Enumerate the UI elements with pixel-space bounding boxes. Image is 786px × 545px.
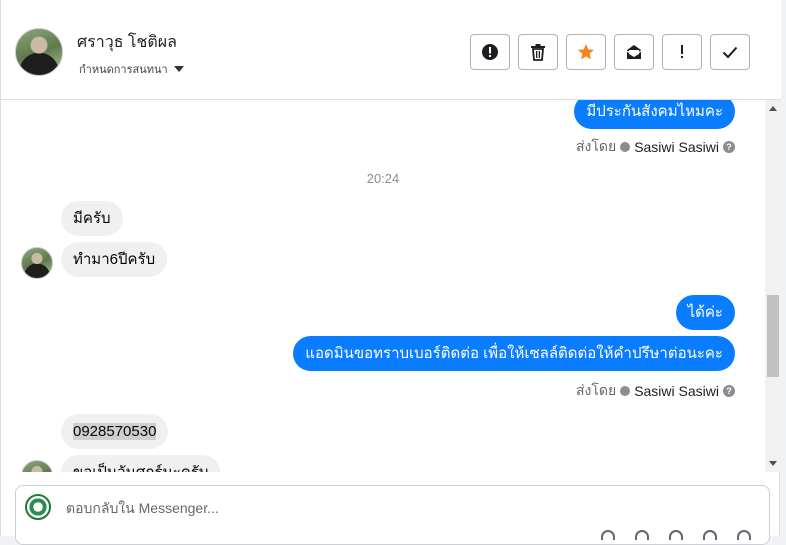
tag-icon[interactable]: [703, 530, 717, 540]
image-icon[interactable]: [635, 530, 649, 540]
message-bubble-outgoing[interactable]: มีประกันสังคมไหมคะ: [574, 100, 735, 129]
sent-by-label: ส่งโดย: [575, 382, 617, 398]
scroll-down-arrow-icon[interactable]: [769, 461, 777, 466]
sender-name: Sasiwi Sasiwi: [634, 139, 719, 155]
message-bubble-incoming[interactable]: ทำมา6ปีครับ: [61, 242, 168, 277]
message-bubble-outgoing[interactable]: แอดมินขอทราบเบอร์ติดต่อ เพื่อให้เซลล์ติด…: [293, 336, 735, 371]
sent-by-row: ส่งโดย Sasiwi Sasiwi ?: [576, 380, 735, 402]
trash-icon: [531, 44, 545, 61]
conversation-settings-dropdown[interactable]: กำหนดการสนทนา: [79, 60, 184, 78]
important-button[interactable]: [662, 34, 702, 70]
message-list[interactable]: มีประกันสังคมไหมคะ ส่งโดย Sasiwi Sasiwi …: [1, 100, 765, 472]
verified-icon: [620, 386, 631, 396]
conversation-panel: ศราวุธ โชติผล กำหนดการสนทนา มีประกันสังค…: [0, 0, 781, 545]
sent-by-row: ส่งโดย Sasiwi Sasiwi ?: [576, 136, 735, 158]
exclamation-icon: [681, 45, 683, 58]
delete-button[interactable]: [518, 34, 558, 70]
sent-by-label: ส่งโดย: [575, 138, 617, 154]
message-scrollbar[interactable]: [765, 100, 781, 472]
emoji-icon[interactable]: [669, 530, 683, 540]
phone-number[interactable]: 0928570530: [73, 423, 157, 440]
conversation-toolbar: [470, 34, 750, 70]
check-icon: [722, 46, 738, 59]
message-bubble-outgoing[interactable]: ได้ค่ะ: [675, 295, 735, 330]
attachment-icon[interactable]: [601, 530, 615, 540]
composer-tools: [601, 530, 751, 540]
mark-unread-button[interactable]: [614, 34, 654, 70]
scrollbar-thumb[interactable]: [767, 295, 779, 377]
sender-name: Sasiwi Sasiwi: [634, 383, 719, 399]
star-button[interactable]: [566, 34, 606, 70]
reply-composer: [15, 485, 770, 545]
conversation-settings-label: กำหนดการสนทนา: [79, 64, 168, 76]
verified-icon: [620, 142, 631, 152]
message-timestamp: 20:24: [366, 171, 400, 186]
contact-name[interactable]: ศราวุธ โชติผล: [77, 30, 177, 55]
conversation-header: ศราวุธ โชติผล กำหนดการสนทนา: [1, 0, 781, 100]
message-bubble-incoming[interactable]: 0928570530: [61, 414, 169, 449]
message-bubble-incoming[interactable]: ขอเป็นวันศุกร์นะครับ: [61, 455, 221, 472]
contact-avatar-small: [21, 460, 53, 472]
message-bubble-incoming[interactable]: มีครับ: [61, 201, 123, 236]
caret-down-icon: [173, 66, 184, 72]
help-icon[interactable]: ?: [723, 141, 735, 153]
contact-avatar-small: [21, 247, 53, 279]
page-logo: [25, 494, 51, 520]
report-button[interactable]: [470, 34, 510, 70]
envelope-icon: [626, 45, 642, 59]
contact-avatar[interactable]: [15, 28, 63, 76]
done-button[interactable]: [710, 34, 750, 70]
help-icon[interactable]: ?: [723, 385, 735, 397]
reply-input[interactable]: [64, 496, 668, 520]
exclamation-circle-icon: [482, 44, 498, 60]
star-icon: [578, 44, 594, 60]
send-icon[interactable]: [737, 530, 751, 540]
scroll-up-arrow-icon[interactable]: [769, 106, 777, 111]
